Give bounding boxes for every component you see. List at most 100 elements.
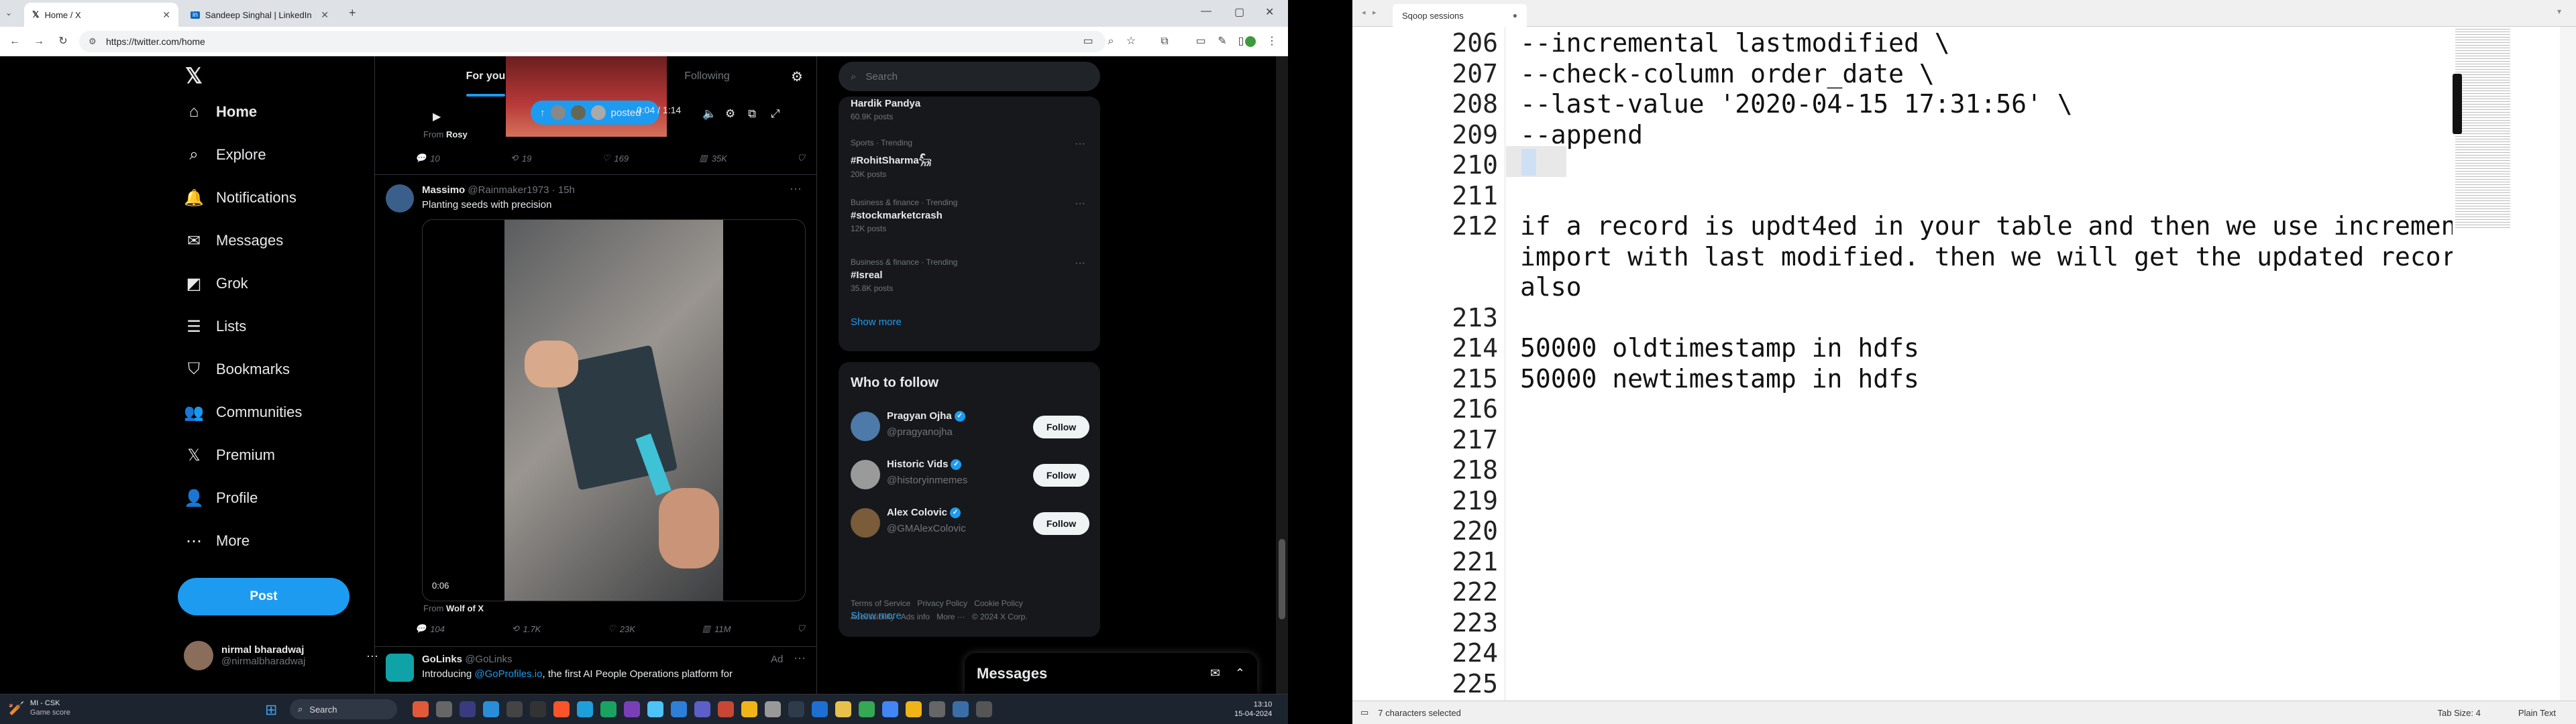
app-icon[interactable] (671, 701, 687, 717)
teams-icon[interactable] (694, 701, 710, 717)
app-icon[interactable] (718, 701, 734, 717)
trend-item[interactable]: Hardik Pandya 60.9K posts (851, 95, 1085, 121)
follow-button[interactable]: Follow (1033, 464, 1089, 487)
reply-button[interactable]: 💬 10 (415, 153, 440, 164)
zoom-icon[interactable]: ⌕ (1104, 35, 1118, 48)
footer-link[interactable]: Terms of Service (851, 599, 910, 608)
windows-start-icon[interactable]: ⊞ (265, 701, 277, 719)
video-source[interactable]: From Rosy (423, 129, 468, 139)
settings-icon[interactable]: ⚙ (725, 107, 735, 121)
app-icon[interactable] (741, 701, 757, 717)
bookmark-star-icon[interactable]: ☆ (1124, 35, 1138, 48)
app-icon[interactable] (506, 701, 523, 717)
syntax-selector[interactable]: Plain Text (2518, 708, 2556, 718)
tab-search-icon[interactable]: ⌄ (5, 8, 12, 17)
prev-tab-icon[interactable]: ◂ (1362, 8, 1366, 17)
nav-item-profile[interactable]: 👤 Profile (184, 488, 258, 508)
show-more-link[interactable]: Show more (851, 316, 902, 328)
follow-suggestion[interactable]: Pragyan Ojha ✓ @pragyanojha Follow (839, 402, 1100, 450)
fullscreen-icon[interactable]: ⤢ (771, 107, 780, 121)
new-message-icon[interactable]: ✉ (1210, 666, 1220, 680)
edit-icon[interactable]: ✎ (1216, 35, 1229, 48)
app-icon[interactable] (929, 701, 945, 717)
clock[interactable]: 13:10 15-04-2024 (1234, 700, 1272, 719)
video-source[interactable]: From Wolf of X (423, 603, 484, 613)
tweet-author[interactable]: GoLinks (422, 654, 462, 665)
footer-link[interactable]: More ··· (936, 612, 965, 621)
new-tab-icon[interactable]: + (349, 6, 356, 20)
bookmark-button[interactable]: ⛉ (798, 153, 804, 164)
nav-item-messages[interactable]: ✉ Messages (184, 231, 283, 251)
like-button[interactable]: ♡ 23K (608, 623, 635, 634)
close-tab-icon[interactable]: ✕ (321, 9, 329, 21)
site-info-icon[interactable]: ⚙ (89, 31, 97, 52)
nav-item-bookmarks[interactable]: ⛉ Bookmarks (184, 359, 290, 379)
app-icon[interactable] (600, 701, 616, 717)
browser-tab-x[interactable]: 𝕏 Home / X ✕ (24, 3, 178, 27)
tweet-more-icon[interactable]: ··· (790, 182, 802, 196)
nav-item-grok[interactable]: ◩ Grok (184, 274, 248, 294)
footer-link[interactable]: Ads info (901, 612, 930, 621)
follow-button[interactable]: Follow (1033, 416, 1089, 438)
brave-icon[interactable] (553, 701, 570, 717)
app-icon[interactable] (788, 701, 804, 717)
x-logo-icon[interactable]: 𝕏 (185, 63, 203, 88)
nav-item-explore[interactable]: ⌕ Explore (184, 145, 266, 165)
tab-menu-icon[interactable]: ▾ (2557, 7, 2561, 16)
close-window-icon[interactable]: ✕ (1265, 5, 1274, 19)
cast-icon[interactable]: ▭ (1194, 35, 1208, 48)
panel-icon[interactable]: ▭ (1360, 707, 1368, 718)
extensions-icon[interactable]: ⧉ (1158, 35, 1171, 48)
nav-item-notifications[interactable]: 🔔 Notifications (184, 188, 297, 208)
app-icon[interactable] (953, 701, 969, 717)
install-app-icon[interactable]: ▭ (1081, 35, 1095, 48)
settings-icon[interactable] (765, 701, 781, 717)
nav-item-premium[interactable]: 𝕏 Premium (184, 445, 275, 465)
account-switcher[interactable]: nirmal bharadwaj @nirmalbharadwaj ··· (184, 641, 378, 670)
next-tab-icon[interactable]: ▸ (1373, 8, 1377, 17)
trend-item[interactable]: Business & finance · Trending #Isreal 35… (851, 257, 1085, 293)
app-icon[interactable] (460, 701, 476, 717)
telegram-icon[interactable] (483, 701, 499, 717)
editor-body[interactable]: 206 207 208 209 210 211 212 213 214 215 216 217 218 2… (1352, 27, 2576, 701)
footer-link[interactable]: Cookie Policy (974, 599, 1023, 608)
app-icon[interactable] (859, 701, 875, 717)
tweet-more-icon[interactable]: ··· (794, 651, 806, 665)
edge-icon[interactable] (577, 701, 593, 717)
scrollbar-thumb[interactable] (1279, 539, 1285, 619)
timeline-settings-icon[interactable]: ⚙ (791, 68, 803, 85)
editor-scrollbar[interactable] (2560, 27, 2576, 701)
trend-item[interactable]: Business & finance · Trending #stockmark… (851, 198, 1085, 233)
expand-icon[interactable]: ⌃ (1235, 666, 1245, 680)
page-scrollbar[interactable] (1276, 56, 1288, 694)
picture-in-picture-icon[interactable]: ⧉ (748, 107, 756, 121)
nav-item-more[interactable]: ⋯ More (184, 531, 250, 551)
like-button[interactable]: ♡ 169 (602, 153, 629, 164)
taskbar-search[interactable]: ⌕ Search (290, 699, 397, 719)
unsaved-dot-icon[interactable]: ● (1513, 11, 1517, 20)
file-explorer-icon[interactable] (906, 701, 922, 717)
views-button[interactable]: ▥ 11M (702, 623, 731, 634)
footer-link[interactable]: Accessibility (851, 612, 894, 621)
nav-item-communities[interactable]: 👥 Communities (184, 402, 302, 422)
mention-link[interactable]: @GoProfiles.io (474, 668, 542, 680)
tab-size-selector[interactable]: Tab Size: 4 (2438, 708, 2481, 718)
messages-drawer[interactable]: Messages ✉ ⌃ (965, 653, 1257, 694)
trend-more-icon[interactable]: ··· (1075, 138, 1085, 150)
play-icon[interactable]: ▶ (433, 110, 441, 123)
app-icon[interactable] (647, 701, 663, 717)
app-icon[interactable] (835, 701, 851, 717)
screenpresso-tab[interactable] (2453, 74, 2462, 134)
avatar[interactable] (386, 184, 414, 213)
chrome-icon[interactable] (882, 701, 898, 717)
tweet-author[interactable]: Massimo (422, 184, 465, 196)
url-input[interactable]: ⚙ https://twitter.com/home (79, 31, 1106, 52)
views-button[interactable]: ▥ 35K (699, 153, 727, 164)
tweet[interactable]: Massimo @Rainmaker1973 · 15h ··· Plantin… (375, 175, 816, 601)
retweet-button[interactable]: ⟲ 19 (511, 153, 531, 164)
task-view-icon[interactable] (436, 701, 452, 717)
close-tab-icon[interactable]: ✕ (162, 9, 170, 21)
follow-suggestion[interactable]: Historic Vids ✓ @historyinmemes Follow (839, 450, 1100, 499)
weather-widget[interactable]: 🏏 MI - CSK Game score (8, 699, 70, 717)
app-icon[interactable] (530, 701, 546, 717)
